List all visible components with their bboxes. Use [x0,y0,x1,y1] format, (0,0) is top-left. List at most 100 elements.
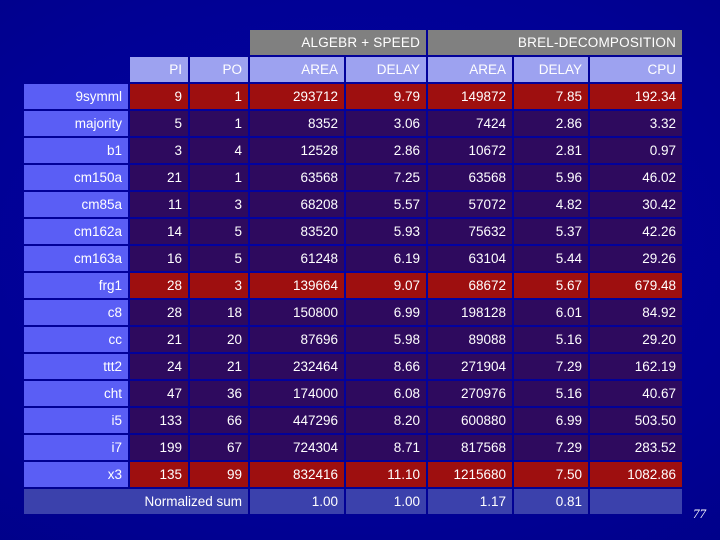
table-row: i7 199 67 724304 8.71 817568 7.29 283.52 [24,435,683,460]
cell-cpu: 29.20 [590,327,683,352]
column-header-cpu: CPU [590,57,683,82]
cell-delay-brel: 5.16 [514,327,589,352]
slide-canvas: ALGEBR + SPEED BREL-DECOMPOSITION PI PO … [0,0,720,540]
cell-pi: 28 [130,273,188,298]
cell-delay-algebr: 9.07 [346,273,427,298]
cell-area-brel: 63568 [428,165,513,190]
cell-pi: 24 [130,354,188,379]
cell-po: 3 [190,273,249,298]
table-row: majority 5 1 8352 3.06 7424 2.86 3.32 [24,111,683,136]
table-row: cm163a 16 5 61248 6.19 63104 5.44 29.26 [24,246,683,271]
cell-area-algebr: 174000 [250,381,345,406]
cell-area-brel: 63104 [428,246,513,271]
cell-po: 4 [190,138,249,163]
normalized-sum-delay-brel: 0.81 [514,489,589,514]
table-row: i5 133 66 447296 8.20 600880 6.99 503.50 [24,408,683,433]
cell-delay-algebr: 7.25 [346,165,427,190]
cell-po: 66 [190,408,249,433]
cell-delay-brel: 5.96 [514,165,589,190]
table-row: b1 3 4 12528 2.86 10672 2.81 0.97 [24,138,683,163]
cell-po: 18 [190,300,249,325]
cell-cpu: 679.48 [590,273,683,298]
table-header: ALGEBR + SPEED BREL-DECOMPOSITION PI PO … [24,30,683,82]
column-header-delay-brel: DELAY [514,57,589,82]
group-header-brel-decomposition: BREL-DECOMPOSITION [428,30,683,55]
cell-area-algebr: 293712 [250,84,345,109]
group-header-row: ALGEBR + SPEED BREL-DECOMPOSITION [24,30,683,55]
cell-delay-brel: 6.01 [514,300,589,325]
cell-area-algebr: 63568 [250,165,345,190]
table-footer: Normalized sum 1.00 1.00 1.17 0.81 [24,489,683,514]
cell-cpu: 503.50 [590,408,683,433]
normalized-sum-delay-algebr: 1.00 [346,489,427,514]
cell-po: 20 [190,327,249,352]
column-header-delay-algebr: DELAY [346,57,427,82]
normalized-sum-area-algebr: 1.00 [250,489,345,514]
cell-cpu: 1082.86 [590,462,683,487]
performance-table-container: ALGEBR + SPEED BREL-DECOMPOSITION PI PO … [22,28,684,516]
cell-pi: 11 [130,192,188,217]
cell-po: 1 [190,165,249,190]
cell-cpu: 46.02 [590,165,683,190]
cell-cpu: 42.26 [590,219,683,244]
cell-pi: 135 [130,462,188,487]
cell-pi: 5 [130,111,188,136]
table-row: frg1 28 3 139664 9.07 68672 5.67 679.48 [24,273,683,298]
row-label: majority [24,111,128,136]
cell-area-brel: 89088 [428,327,513,352]
cell-po: 5 [190,219,249,244]
cell-po: 99 [190,462,249,487]
table-row: cm85a 11 3 68208 5.57 57072 4.82 30.42 [24,192,683,217]
page-number: 77 [693,506,706,521]
cell-cpu: 192.34 [590,84,683,109]
row-label: ttt2 [24,354,128,379]
cell-area-algebr: 724304 [250,435,345,460]
row-label: cc [24,327,128,352]
cell-delay-brel: 5.16 [514,381,589,406]
cell-pi: 133 [130,408,188,433]
cell-delay-brel: 7.50 [514,462,589,487]
cell-pi: 16 [130,246,188,271]
performance-table: ALGEBR + SPEED BREL-DECOMPOSITION PI PO … [22,28,684,516]
cell-delay-brel: 6.99 [514,408,589,433]
cell-po: 36 [190,381,249,406]
cell-delay-algebr: 6.99 [346,300,427,325]
cell-pi: 3 [130,138,188,163]
cell-delay-algebr: 5.98 [346,327,427,352]
cell-delay-algebr: 6.19 [346,246,427,271]
cell-cpu: 40.67 [590,381,683,406]
normalized-sum-cpu [590,489,683,514]
cell-area-brel: 271904 [428,354,513,379]
cell-po: 21 [190,354,249,379]
cell-area-brel: 10672 [428,138,513,163]
cell-cpu: 30.42 [590,192,683,217]
row-label: cht [24,381,128,406]
cell-delay-brel: 7.29 [514,435,589,460]
cell-area-algebr: 12528 [250,138,345,163]
cell-area-algebr: 8352 [250,111,345,136]
cell-delay-algebr: 2.86 [346,138,427,163]
cell-pi: 21 [130,327,188,352]
cell-delay-algebr: 8.71 [346,435,427,460]
row-label: cm150a [24,165,128,190]
row-label: cm85a [24,192,128,217]
cell-area-algebr: 68208 [250,192,345,217]
table-row: x3 135 99 832416 11.10 1215680 7.50 1082.86 [24,462,683,487]
cell-delay-brel: 2.81 [514,138,589,163]
cell-area-brel: 7424 [428,111,513,136]
cell-delay-algebr: 5.93 [346,219,427,244]
column-header-row: PI PO AREA DELAY AREA DELAY CPU [24,57,683,82]
cell-delay-brel: 4.82 [514,192,589,217]
row-label: cm163a [24,246,128,271]
cell-pi: 9 [130,84,188,109]
cell-area-brel: 270976 [428,381,513,406]
column-header-area-algebr: AREA [250,57,345,82]
cell-po: 1 [190,111,249,136]
table-row: cht 47 36 174000 6.08 270976 5.16 40.67 [24,381,683,406]
column-header-po: PO [190,57,249,82]
table-row: cc 21 20 87696 5.98 89088 5.16 29.20 [24,327,683,352]
row-label: 9symml [24,84,128,109]
cell-delay-algebr: 8.66 [346,354,427,379]
cell-delay-brel: 7.85 [514,84,589,109]
table-row: c8 28 18 150800 6.99 198128 6.01 84.92 [24,300,683,325]
